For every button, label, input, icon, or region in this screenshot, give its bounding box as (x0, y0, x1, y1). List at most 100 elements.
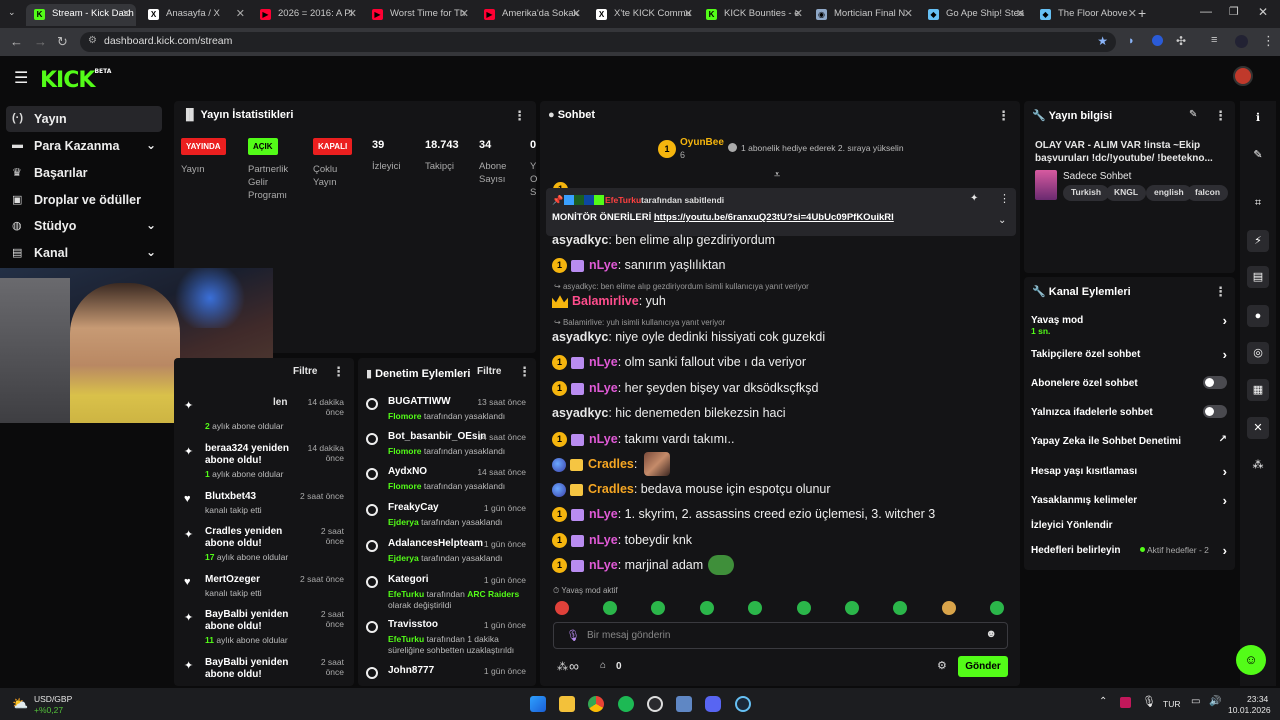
weather-icon[interactable]: ⛅ (12, 696, 28, 712)
scroll-down-icon[interactable]: ⩡ (774, 169, 780, 182)
external-link-icon[interactable]: ↗ (1219, 434, 1227, 445)
quick-emote[interactable] (651, 601, 665, 615)
mod-action-item[interactable]: Travisstoo 1 gün önce EfeTurku tarafından … (364, 619, 532, 659)
event-item[interactable]: ✦ BayBalbi yeniden abone oldu! 2 saat önce… (182, 609, 350, 653)
puzzle-icon[interactable]: ✣ (1176, 34, 1186, 48)
chat-username[interactable]: nLye (589, 507, 618, 521)
browser-tab[interactable]: ▶ Worst Time for Th ✕ (364, 4, 474, 26)
browser-tab[interactable]: ◉ Mortician Final N ✕ (808, 4, 918, 26)
channel-action-item[interactable]: Yavaş mod 1 sn. › (1031, 313, 1227, 336)
chat-username[interactable]: asyadkyc (552, 233, 608, 247)
mod-menu-icon[interactable]: ⋮ (518, 364, 531, 380)
minimize-icon[interactable]: — (1200, 4, 1212, 18)
mod-action-item[interactable]: AdalancesHelpteam 1 gün önce Ejderya taraf… (364, 538, 532, 578)
mod-filter[interactable]: Filtre (477, 366, 501, 377)
chevron-right-icon[interactable]: › (1223, 464, 1227, 479)
pencil-icon[interactable]: ✎ (1247, 144, 1269, 166)
channel-action-item[interactable]: Hedefleri belirleyin Aktif hedefler - 2 › (1031, 543, 1227, 565)
chevron-down-icon[interactable]: ⌄ (146, 245, 156, 259)
language[interactable]: TUR (1163, 699, 1180, 709)
sidebar-item[interactable]: ▤ Kanal ⌄ (6, 240, 162, 266)
browser-tab[interactable]: K Stream - Kick Dash ✕ (26, 4, 136, 26)
quick-emote[interactable] (700, 601, 714, 615)
browser-tab[interactable]: ▶ 2026 = 2016: A Pl ✕ (252, 4, 362, 26)
mod-action-item[interactable]: Bot_basanbir_OEsin 14 saat önce Flomore ta… (364, 431, 532, 471)
chat-message[interactable]: asyadkyc: ben elime alıp gezdiriyordum (552, 233, 775, 247)
chevron-down-icon[interactable]: ⌄ (146, 138, 156, 152)
info-icon[interactable]: ℹ (1247, 107, 1269, 129)
chat-message[interactable]: 1 nLye: takımı vardı takımı.. (552, 432, 734, 448)
reload-icon[interactable]: ↻ (57, 34, 68, 50)
tray-display-icon[interactable]: ▭ (1191, 696, 1200, 707)
quick-emote[interactable] (942, 601, 956, 615)
browser-tab[interactable]: K KICK Bounties - e ✕ (698, 4, 808, 26)
chat-message[interactable]: Cradles: bedava mouse için espotçu olunu… (552, 482, 831, 497)
chevron-right-icon[interactable]: › (1223, 313, 1227, 328)
menu-kebab-icon[interactable]: ⋮ (1262, 33, 1275, 49)
mod-action-item[interactable]: John8777 1 gün önce (364, 665, 532, 705)
chat-settings-icon[interactable]: ⚙ (937, 659, 947, 672)
mic-icon[interactable]: 🎙 (566, 629, 580, 642)
tab-close-icon[interactable]: ✕ (684, 7, 693, 20)
lightning-icon[interactable]: ⚡ (1247, 230, 1269, 252)
chat-message[interactable]: 1 nLye: marjinal adam (552, 558, 703, 574)
stock-name[interactable]: USD/GBP (34, 694, 72, 704)
gift-text[interactable]: 1 abonelik hediye ederek 2. sıraya yükse… (741, 143, 904, 153)
event-item[interactable]: ✦ BayBalbi yeniden abone oldu! 2 saat önce (182, 657, 350, 701)
close-window-icon[interactable]: ✕ (1258, 5, 1268, 19)
chat-username[interactable]: nLye (589, 558, 618, 572)
browser-tab[interactable]: ◆ Go Ape Ship! Stea ✕ (920, 4, 1030, 26)
tab-close-icon[interactable]: ✕ (1016, 7, 1025, 20)
forward-icon[interactable]: → (34, 34, 47, 49)
chrome-icon[interactable] (588, 696, 604, 712)
mod-action-item[interactable]: FreakyCay 1 gün önce Ejderya tarafından ya… (364, 502, 532, 542)
tab-close-icon[interactable]: ✕ (1128, 7, 1137, 20)
chat-rail-icon[interactable]: ● (1247, 305, 1269, 327)
tab-close-icon[interactable]: ✕ (236, 7, 245, 20)
tray-mic-icon[interactable]: 🎙 (1142, 695, 1156, 708)
chat-username[interactable]: Cradles (588, 457, 634, 471)
account-avatar[interactable] (1235, 35, 1248, 48)
stats-menu-icon[interactable]: ⋮ (513, 108, 526, 124)
mod-action-item[interactable]: Kategori 1 gün önce EfeTurku tarafından AR… (364, 574, 532, 614)
stream-tag[interactable]: KNGL (1106, 185, 1147, 201)
start-icon[interactable] (530, 696, 546, 712)
tab-close-icon[interactable]: ✕ (572, 7, 581, 20)
stream-info-menu-icon[interactable]: ⋮ (1214, 108, 1227, 124)
back-icon[interactable]: ← (10, 34, 23, 49)
channel-action-item[interactable]: Hesap yaşı kısıtlaması › (1031, 464, 1227, 486)
top-gifter-name[interactable]: OyunBee (680, 137, 724, 148)
file-explorer-icon[interactable] (559, 696, 575, 712)
channel-action-item[interactable]: Yasaklanmış kelimeler › (1031, 493, 1227, 515)
points-icon[interactable]: ⁂ (557, 660, 568, 673)
support-chat-button[interactable]: ☺ (1236, 645, 1266, 675)
chat-input[interactable]: 🎙 Bir mesaj gönderin ☻ (553, 622, 1008, 649)
obs-icon[interactable] (647, 696, 663, 712)
tab-close-icon[interactable]: ✕ (122, 7, 131, 20)
quick-emote[interactable] (845, 601, 859, 615)
quick-emote[interactable] (797, 601, 811, 615)
events-filter[interactable]: Filtre (293, 366, 317, 377)
chat-username[interactable]: asyadkyc (552, 406, 608, 420)
sidebar-item[interactable]: ▣ Droplar ve ödüller (6, 187, 162, 213)
stream-tag[interactable]: english (1146, 185, 1192, 201)
chat-message[interactable]: asyadkyc: hic denemeden bilekezsin haci (552, 406, 786, 420)
chat-username[interactable]: nLye (589, 432, 618, 446)
tab-close-icon[interactable]: ✕ (460, 7, 469, 20)
broadcast-rail-icon[interactable]: ◎ (1247, 342, 1269, 364)
chat-message[interactable]: 1 nLye: olm sanki fallout vibe ı da veriy… (552, 355, 806, 371)
focus-icon[interactable]: ⌗ (1247, 192, 1269, 214)
site-info-icon[interactable]: ⚙ (88, 35, 97, 46)
channel-action-item[interactable]: İzleyici Yönlendir (1031, 520, 1227, 540)
app-icon[interactable] (676, 696, 692, 712)
quick-emote[interactable] (748, 601, 762, 615)
event-item[interactable]: ✦ 14 dakika önce 2 aylık abone oldular (182, 397, 350, 441)
tray-volume-icon[interactable]: 🔊 (1209, 696, 1221, 707)
browser-tab[interactable]: ◆ The Floor Above ✕ (1032, 4, 1142, 26)
channel-action-item[interactable]: Abonelere özel sohbet (1031, 376, 1227, 398)
pinned-by[interactable]: EfeTurku (605, 195, 641, 205)
notes-icon[interactable]: ▤ (1247, 266, 1269, 288)
tab-close-icon[interactable]: ✕ (348, 7, 357, 20)
kick-logo[interactable]: KICKBETA (40, 68, 111, 93)
sidebar-item[interactable]: (·) Yayın (6, 106, 162, 132)
